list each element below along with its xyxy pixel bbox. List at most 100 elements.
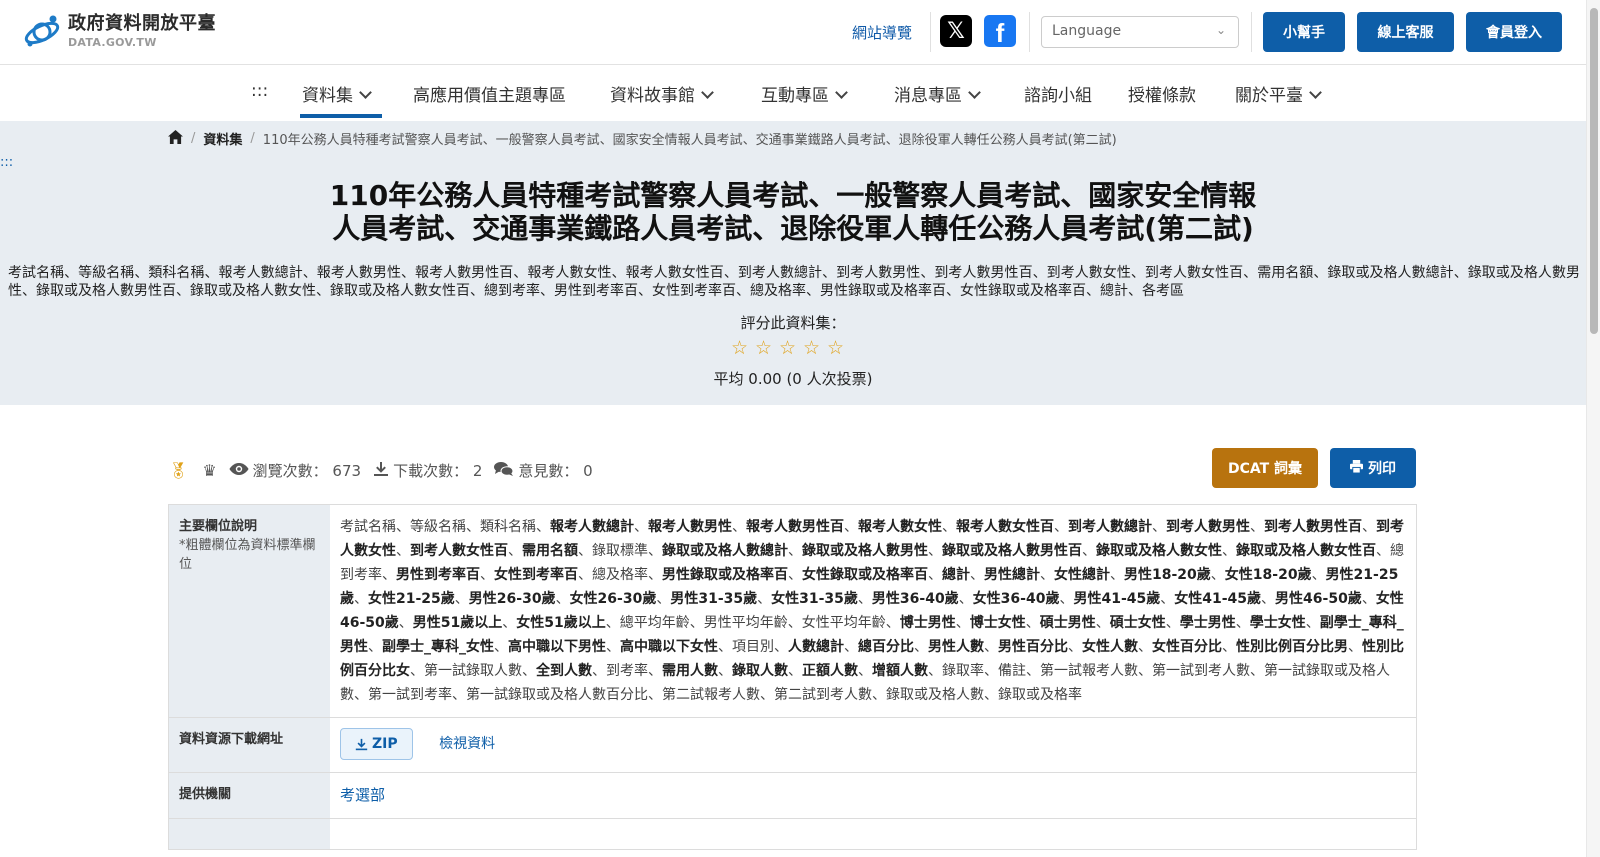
rating-label: 評分此資料集： [740,314,846,332]
page-scrollbar[interactable] [1586,0,1600,857]
chevron-down-icon [1309,86,1322,99]
field-name: 第一試報考人數 [1040,663,1138,679]
field-name: 第一試到考率 [368,687,452,703]
home-icon[interactable] [168,129,183,148]
field-name: 女性21-25歲 [368,591,455,607]
agency-header: 提供機關 [169,773,330,818]
field-name: 副學士_專科_女性 [382,639,494,655]
nav-item-label: 互動專區 [761,86,829,106]
nav-item-label: 授權條款 [1128,86,1196,106]
nav-item-high-value[interactable]: 高應用價值主題專區 [413,81,566,106]
field-name: 女性41-45歲 [1174,591,1262,607]
field-name: 男性46-50歲 [1275,591,1362,607]
helper-button[interactable]: 小幫手 [1263,12,1345,52]
field-name: 錄取或及格人數男性 [802,543,928,559]
field-name: 男性41-45歲 [1073,591,1161,607]
field-name: 第二試報考人數 [662,687,760,703]
logo-title: 政府資料開放平臺 [68,12,216,34]
field-name: 到考人數女性百 [410,543,508,559]
field-name: 碩士女性 [1109,615,1166,631]
star-icon[interactable]: ☆ [827,339,846,358]
field-name: 男性26-30歲 [468,591,556,607]
dcat-vocab-button[interactable]: DCAT 詞彙 [1212,448,1318,488]
star-icon[interactable]: ☆ [755,339,774,358]
nav-item-label: 資料故事館 [610,86,695,106]
field-name: 報考人數男性 [648,519,732,535]
breadcrumb-separator: / [191,131,196,146]
rating-stars[interactable]: ☆ ☆ ☆ ☆ ☆ [731,339,846,358]
table-row: 資料資源下載網址 ZIP 檢視資料 [169,718,1416,773]
nav-item-interactive[interactable]: 互動專區 [761,81,848,106]
field-name: 男性36-40歲 [871,591,959,607]
field-name: 男性到考率百 [396,567,480,583]
field-name: 全到人數 [536,663,592,679]
download-icon [373,461,389,481]
comments-icon [494,461,514,481]
site-logo[interactable]: 政府資料開放平臺 DATA.GOV.TW [22,11,216,51]
accesskey-content[interactable]: ::: [0,155,13,170]
breadcrumb-separator: / [250,131,255,146]
chevron-down-icon: ⌄ [1215,23,1226,37]
language-select[interactable]: Language ⌄ [1041,16,1239,48]
divider [1029,12,1030,52]
agency-link[interactable]: 考選部 [340,786,385,804]
agency-cell: 考選部 [330,773,1416,818]
print-label: 列印 [1368,461,1396,477]
print-button[interactable]: 列印 [1330,448,1416,488]
nav-item-news[interactable]: 消息專區 [894,81,981,106]
field-name: 高中職以下男性 [508,639,606,655]
scrollbar-thumb[interactable] [1590,8,1598,334]
field-name: 高中職以下女性 [620,639,718,655]
star-icon[interactable]: ☆ [731,339,750,358]
nav-item-advisory[interactable]: 諮詢小組 [1024,81,1092,106]
site-guide-link[interactable]: 網站導覽 [852,22,912,43]
field-name: 女性36-40歲 [972,591,1060,607]
online-support-button[interactable]: 線上客服 [1357,12,1454,52]
page-title: 110年公務人員特種考試警察人員考試、一般警察人員考試、國家安全情報 人員考試、… [150,179,1436,245]
main-nav: ::: 資料集 高應用價值主題專區 資料故事館 互動專區 消息專區 諮詢小組 授… [0,65,1586,121]
nav-item-license[interactable]: 授權條款 [1128,81,1196,106]
next-row-header [169,819,330,849]
download-count: 下載次數： 2 [393,462,483,480]
dataset-hero: / 資料集 / 110年公務人員特種考試警察人員考試、一般警察人員考試、國家安全… [0,121,1586,405]
field-name: 總及格率 [592,567,648,583]
breadcrumb-current: 110年公務人員特種考試警察人員考試、一般警察人員考試、國家安全情報人員考試、交… [262,133,1117,148]
download-cell: ZIP 檢視資料 [330,718,1416,772]
field-name: 女性百分比 [1152,639,1222,655]
title-line: 110年公務人員特種考試警察人員考試、一般警察人員考試、國家安全情報 [329,179,1257,212]
rating-average: 平均 0.00 (0 人次投票) [713,370,873,388]
field-name: 女性到考率百 [494,567,578,583]
field-name: 報考人數男性百 [746,519,844,535]
table-row [169,819,1416,849]
fields-list: 考試名稱、等級名稱、類科名稱、報考人數總計、報考人數男性、報考人數男性百、報考人… [340,519,1404,703]
divider [930,12,931,52]
field-name: 報考人數女性 [858,519,942,535]
field-name: 到考率 [606,663,648,679]
view-data-link[interactable]: 檢視資料 [439,736,495,752]
member-login-button[interactable]: 會員登入 [1466,12,1562,52]
nav-item-about[interactable]: 關於平臺 [1235,81,1322,106]
breadcrumb: / 資料集 / 110年公務人員特種考試警察人員考試、一般警察人員考試、國家安全… [168,129,1117,148]
field-name: 女性26-30歲 [569,591,657,607]
x-twitter-icon[interactable]: 𝕏 [940,15,972,47]
field-name: 博士男性 [899,615,956,631]
field-name: 學士女性 [1249,615,1306,631]
fields-label: 主要欄位說明 [179,519,258,534]
chevron-down-icon [968,86,981,99]
nav-item-datasets[interactable]: 資料集 [302,81,372,106]
facebook-icon[interactable]: f [984,15,1016,47]
star-icon[interactable]: ☆ [779,339,798,358]
star-icon[interactable]: ☆ [803,339,822,358]
language-placeholder: Language [1052,23,1122,39]
zip-label: ZIP [372,736,398,752]
download-header: 資料資源下載網址 [169,718,330,772]
field-name: 到考人數男性百 [1264,519,1362,535]
field-name: 學士男性 [1179,615,1236,631]
field-name: 錄取或及格人數總計 [662,543,788,559]
zip-download-button[interactable]: ZIP [340,728,413,760]
breadcrumb-datasets[interactable]: 資料集 [203,129,242,148]
field-name: 碩士男性 [1039,615,1096,631]
accesskey-nav[interactable]: ::: [251,81,268,101]
nav-item-data-stories[interactable]: 資料故事館 [610,81,714,106]
logo-icon [22,11,62,51]
